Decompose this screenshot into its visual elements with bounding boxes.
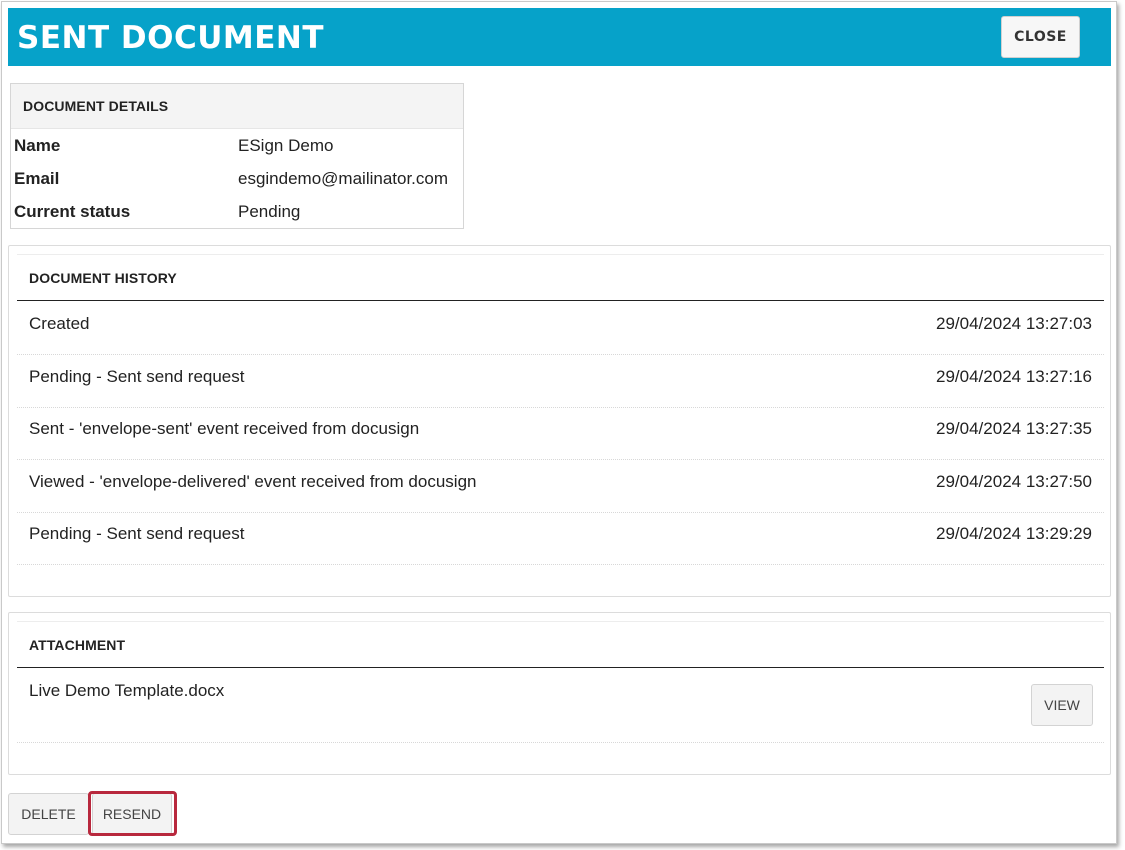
delete-button[interactable]: DELETE bbox=[8, 793, 89, 835]
document-details-heading: DOCUMENT DETAILS bbox=[11, 84, 463, 129]
details-label: Name bbox=[14, 136, 61, 155]
history-event: Pending - Sent send request bbox=[29, 367, 245, 386]
view-attachment-button[interactable]: VIEW bbox=[1031, 684, 1093, 726]
details-row-status: Current status Pending bbox=[11, 201, 463, 234]
attachment-heading: ATTACHMENT bbox=[17, 621, 1104, 668]
details-row-name: Name ESign Demo bbox=[11, 135, 463, 168]
history-row: Pending - Sent send request 29/04/2024 1… bbox=[17, 512, 1104, 565]
attachment-file-name: Live Demo Template.docx bbox=[29, 681, 225, 700]
history-timestamp: 29/04/2024 13:27:35 bbox=[936, 419, 1092, 438]
details-value: ESign Demo bbox=[238, 136, 334, 155]
history-event: Sent - 'envelope-sent' event received fr… bbox=[29, 419, 420, 438]
details-label: Email bbox=[14, 169, 60, 188]
history-event: Viewed - 'envelope-delivered' event rece… bbox=[29, 472, 477, 491]
close-button[interactable]: CLOSE bbox=[1001, 16, 1080, 58]
history-timestamp: 29/04/2024 13:27:50 bbox=[936, 472, 1092, 491]
history-event: Created bbox=[29, 314, 90, 333]
details-value: Pending bbox=[238, 202, 301, 221]
resend-button[interactable]: RESEND bbox=[92, 793, 172, 835]
history-timestamp: 29/04/2024 13:29:29 bbox=[936, 524, 1092, 543]
details-row-email: Email esgindemo@mailinator.com bbox=[11, 168, 463, 201]
attachment-panel: ATTACHMENT Live Demo Template.docx VIEW bbox=[8, 612, 1111, 775]
page-title: SENT DOCUMENT bbox=[17, 20, 325, 56]
details-label: Current status bbox=[14, 202, 131, 221]
document-history-heading: DOCUMENT HISTORY bbox=[17, 254, 1104, 301]
dialog-header: SENT DOCUMENT CLOSE bbox=[8, 8, 1111, 66]
history-timestamp: 29/04/2024 13:27:03 bbox=[936, 314, 1092, 333]
history-timestamp: 29/04/2024 13:27:16 bbox=[936, 367, 1092, 386]
document-details-panel: DOCUMENT DETAILS Name ESign Demo Email e… bbox=[10, 83, 464, 229]
document-history-panel: DOCUMENT HISTORY Created 29/04/2024 13:2… bbox=[8, 245, 1111, 597]
history-event: Pending - Sent send request bbox=[29, 524, 245, 543]
history-row: Created 29/04/2024 13:27:03 bbox=[17, 302, 1104, 355]
history-row: Viewed - 'envelope-delivered' event rece… bbox=[17, 460, 1104, 513]
history-row: Pending - Sent send request 29/04/2024 1… bbox=[17, 355, 1104, 408]
details-value: esgindemo@mailinator.com bbox=[238, 169, 449, 188]
attachment-row: Live Demo Template.docx VIEW bbox=[17, 669, 1104, 743]
history-row: Sent - 'envelope-sent' event received fr… bbox=[17, 407, 1104, 460]
